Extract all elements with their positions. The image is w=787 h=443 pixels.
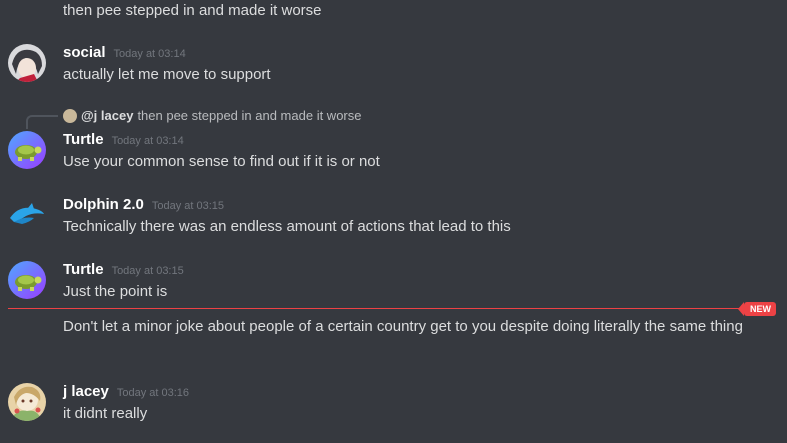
message-text: it didnt really bbox=[63, 405, 148, 422]
new-messages-badge: NEW bbox=[738, 302, 776, 316]
message-header: Turtle Today at 03:15 bbox=[63, 261, 184, 278]
new-messages-divider bbox=[8, 308, 748, 309]
reply-connector bbox=[26, 115, 58, 129]
avatar-turtle[interactable] bbox=[8, 131, 46, 169]
message-text: Just the point is bbox=[63, 283, 168, 300]
reply-mention[interactable]: @j lacey bbox=[81, 108, 133, 123]
avatar-social[interactable] bbox=[8, 44, 46, 82]
avatar-j-lacey[interactable] bbox=[8, 383, 46, 421]
message-text: Don't let a minor joke about people of a… bbox=[63, 318, 743, 335]
username[interactable]: Turtle bbox=[63, 131, 104, 148]
message-header: Dolphin 2.0 Today at 03:15 bbox=[63, 196, 224, 213]
username[interactable]: Dolphin 2.0 bbox=[63, 196, 144, 213]
message-header: social Today at 03:14 bbox=[63, 44, 186, 61]
message-text: Use your common sense to find out if it … bbox=[63, 153, 380, 170]
reply-preview[interactable]: then pee stepped in and made it worse bbox=[137, 108, 361, 123]
message-text: Technically there was an endless amount … bbox=[63, 218, 511, 235]
timestamp[interactable]: Today at 03:14 bbox=[114, 48, 186, 60]
timestamp[interactable]: Today at 03:14 bbox=[112, 135, 184, 147]
timestamp[interactable]: Today at 03:15 bbox=[112, 265, 184, 277]
message-header: j lacey Today at 03:16 bbox=[63, 383, 189, 400]
username[interactable]: Turtle bbox=[63, 261, 104, 278]
username[interactable]: social bbox=[63, 44, 106, 61]
avatar-dolphin[interactable] bbox=[8, 196, 46, 234]
username[interactable]: j lacey bbox=[63, 383, 109, 400]
timestamp[interactable]: Today at 03:15 bbox=[152, 200, 224, 212]
reply-avatar-icon bbox=[63, 108, 77, 123]
avatar-turtle[interactable] bbox=[8, 261, 46, 299]
timestamp[interactable]: Today at 03:16 bbox=[117, 387, 189, 399]
reply-context[interactable]: @j lacey then pee stepped in and made it… bbox=[63, 108, 361, 123]
message-header: Turtle Today at 03:14 bbox=[63, 131, 184, 148]
message-text: actually let me move to support bbox=[63, 66, 271, 83]
message-text: then pee stepped in and made it worse bbox=[63, 2, 322, 19]
